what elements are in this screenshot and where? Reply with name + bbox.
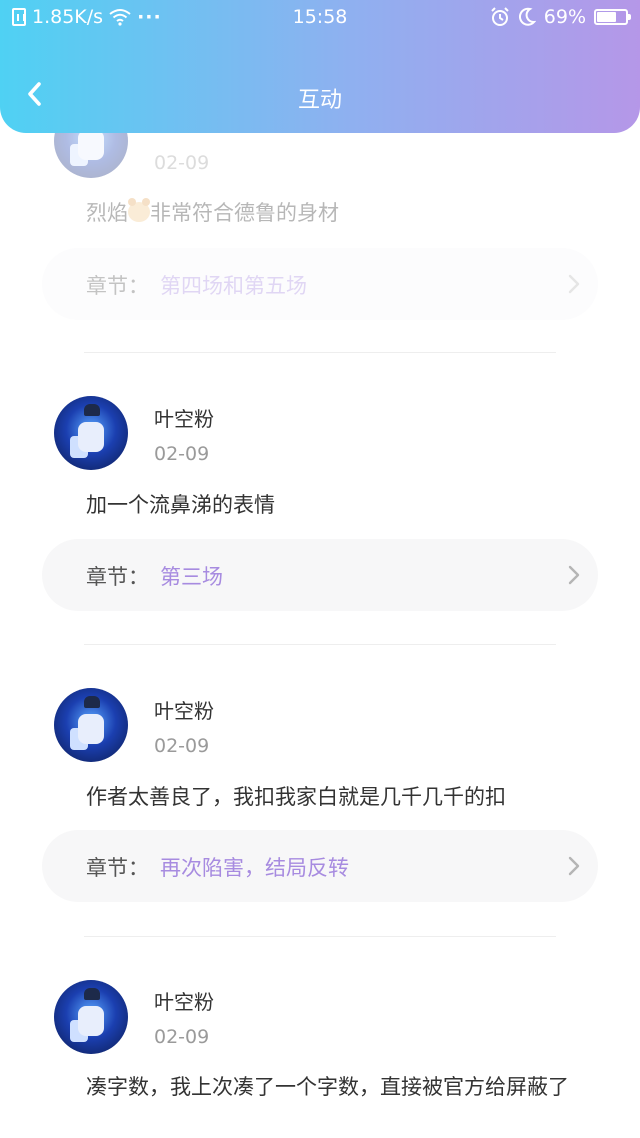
comment-text: 烈焰 非常符合德鲁的身材 bbox=[86, 198, 606, 228]
do-not-disturb-moon-icon bbox=[518, 7, 536, 27]
app-header: 1.85K/s ··· 15:58 69% 互动 bbox=[0, 0, 640, 133]
comment-date: 02-09 bbox=[154, 1026, 210, 1048]
chapter-label: 章节： bbox=[86, 274, 149, 298]
chapter-name: 再次陷害，结局反转 bbox=[160, 856, 349, 880]
navigation-bar: 互动 bbox=[0, 60, 640, 132]
comment-text: 作者太善良了，我扣我家白就是几千几千的扣 bbox=[86, 785, 506, 809]
chevron-right-icon bbox=[568, 274, 580, 294]
divider bbox=[84, 352, 556, 353]
comment-text-part: 非常符合德鲁的身材 bbox=[150, 201, 339, 225]
avatar[interactable] bbox=[54, 980, 128, 1054]
battery-icon bbox=[594, 9, 631, 25]
chevron-right-icon bbox=[568, 565, 580, 585]
comment-feed: 02-09 烈焰 非常符合德鲁的身材 章节： 第四场和第五场 叶空粉 02-09 … bbox=[0, 0, 640, 1138]
chapter-label: 章节： bbox=[86, 565, 149, 589]
divider bbox=[84, 936, 556, 937]
comment-username[interactable]: 叶空粉 bbox=[154, 986, 214, 1015]
chevron-right-icon bbox=[568, 856, 580, 876]
status-bar: 1.85K/s ··· 15:58 69% bbox=[0, 0, 640, 36]
comment-username[interactable]: 叶空粉 bbox=[154, 695, 214, 724]
divider bbox=[84, 644, 556, 645]
chapter-label: 章节： bbox=[86, 856, 149, 880]
chapter-link[interactable]: 章节： 再次陷害，结局反转 bbox=[42, 830, 598, 902]
battery-percent: 69% bbox=[543, 6, 586, 28]
comment-username[interactable]: 叶空粉 bbox=[154, 403, 214, 432]
bear-emoji-icon bbox=[128, 198, 150, 222]
comment-date: 02-09 bbox=[154, 152, 210, 174]
chapter-link[interactable]: 章节： 第三场 bbox=[42, 539, 598, 611]
comment-date: 02-09 bbox=[154, 443, 210, 465]
avatar[interactable] bbox=[54, 688, 128, 762]
chapter-name: 第三场 bbox=[160, 565, 223, 589]
alarm-clock-icon bbox=[490, 7, 510, 27]
battery-fill bbox=[597, 12, 616, 22]
comment-text: 凑字数，我上次凑了一个字数，直接被官方给屏蔽了 bbox=[86, 1075, 569, 1099]
comment-text-part: 烈焰 bbox=[86, 201, 128, 225]
comment-date: 02-09 bbox=[154, 735, 210, 757]
avatar[interactable] bbox=[54, 396, 128, 470]
chapter-name: 第四场和第五场 bbox=[160, 274, 307, 298]
page-title: 互动 bbox=[297, 88, 342, 113]
chapter-link[interactable]: 章节： 第四场和第五场 bbox=[42, 248, 598, 320]
comment-text: 加一个流鼻涕的表情 bbox=[86, 493, 275, 517]
